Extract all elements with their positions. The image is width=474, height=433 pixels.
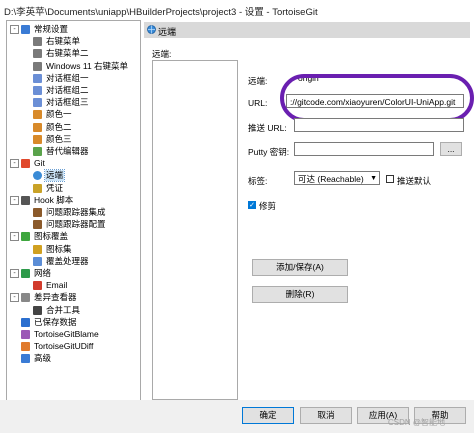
menu-icon (33, 61, 42, 71)
tree-item-label: 对话框组一 (46, 72, 89, 83)
hook-icon (21, 195, 30, 205)
diff-icon (21, 293, 30, 303)
prune-label: 修剪 (259, 201, 277, 211)
tree-item-label: 颜色二 (46, 121, 72, 132)
tree-item-label: Hook 脚本 (34, 194, 74, 205)
blame-icon (21, 330, 30, 339)
tag-select-value: 可达 (Reachable) (298, 174, 364, 184)
tree-item-label: TortoiseGitUDiff (34, 341, 94, 352)
prune-checkbox[interactable]: ✓ (248, 201, 256, 209)
ok-button[interactable]: 确定 (242, 407, 294, 424)
editor-icon (33, 147, 42, 156)
tree-item-label: 远端 (43, 169, 66, 183)
tree-item-label: TortoiseGitBlame (34, 329, 99, 339)
tree-item-label: 凭证 (46, 182, 64, 193)
tree-item-label: 常规设置 (34, 24, 69, 34)
overlay-handler-icon (33, 256, 42, 266)
dialog-icon (33, 86, 42, 95)
window-title: D:\李英苹\Documents\uniapp\HBuilderProjects… (4, 7, 318, 18)
tree-item-label: Email (46, 280, 68, 291)
push-default-label: 推送默认 (397, 176, 432, 186)
putty-key-label: Putty 密钥: (248, 147, 290, 157)
delete-button[interactable]: 删除(R) (252, 286, 348, 303)
wrench-icon (21, 25, 30, 34)
menu-icon (33, 49, 42, 59)
save-icon (21, 317, 30, 327)
palette-icon (33, 134, 42, 144)
network-icon (21, 269, 30, 278)
url-highlight-annotation (280, 74, 474, 122)
tree-item-label: 问题跟踪器配置 (46, 219, 106, 230)
globe-icon (147, 25, 156, 34)
url-label: URL: (248, 98, 268, 108)
bug-icon (33, 220, 42, 230)
watermark: CSDN @智能地 (388, 418, 446, 427)
collapse-toggle-icon[interactable]: - (10, 232, 19, 242)
push-url-label: 推送 URL: (248, 123, 287, 133)
collapse-toggle-icon[interactable]: - (10, 269, 19, 278)
tree-item-label: 图标覆盖 (34, 231, 69, 242)
push-url-field[interactable] (294, 118, 464, 132)
collapse-toggle-icon[interactable]: - (10, 195, 19, 205)
email-icon (33, 281, 42, 291)
collapse-toggle-icon[interactable]: - (10, 293, 19, 303)
tree-item-label: 右键菜单 (46, 36, 81, 47)
palette-icon (33, 110, 42, 120)
title-bar: D:\李英苹\Documents\uniapp\HBuilderProjects… (0, 0, 474, 20)
iconset-icon (33, 244, 42, 254)
tag-select[interactable]: 可达 (Reachable) ▼ (294, 171, 380, 185)
tree-item-label: Git (34, 158, 45, 169)
overlay-icon (21, 232, 30, 242)
git-icon (21, 159, 30, 169)
tree-item-label: 图标集 (46, 243, 72, 254)
tree-item-label: 网络 (34, 268, 52, 278)
page-header: 远端 (144, 22, 470, 38)
tree-item-label: 已保存数据 (34, 316, 77, 327)
advanced-icon (21, 354, 30, 364)
tag-label: 标签: (248, 176, 268, 186)
tree-item-label: 合并工具 (46, 304, 81, 315)
settings-tree[interactable]: - 常规设置右键菜单 右键菜单二 Windows 11 右键菜单 对话框组一对话框组二对… (6, 20, 141, 402)
tree-item-label: 覆盖处理器 (46, 255, 89, 266)
collapse-toggle-icon[interactable]: - (10, 159, 19, 169)
push-default-checkbox[interactable] (386, 175, 394, 183)
dialog-icon (33, 98, 42, 108)
bug-icon (33, 208, 42, 217)
palette-icon (33, 122, 42, 132)
collapse-toggle-icon[interactable]: - (10, 25, 19, 34)
chevron-down-icon: ▼ (370, 175, 377, 182)
tree-item-label: 高级 (34, 353, 52, 364)
remote-list-label: 远端: (152, 49, 172, 59)
globe-icon (33, 171, 42, 181)
tree-item-label: Windows 11 右键菜单 (46, 60, 129, 71)
page-title: 远端 (158, 27, 177, 37)
key-icon (33, 183, 42, 193)
cancel-button[interactable]: 取消 (300, 407, 352, 424)
tree-item-label: 颜色三 (46, 133, 72, 144)
putty-key-field[interactable] (294, 142, 434, 156)
tree-item-label: 右键菜单二 (46, 48, 89, 59)
menu-icon (33, 37, 42, 47)
tree-item-label: 颜色一 (46, 109, 72, 120)
tree-item-label: 对话框组二 (46, 85, 89, 95)
tree-item-label: 问题跟踪器集成 (46, 207, 106, 217)
udiff-icon (21, 342, 30, 352)
remote-list[interactable] (152, 60, 238, 400)
tree-item-label: 对话框组三 (46, 97, 89, 108)
add-save-button[interactable]: 添加/保存(A) (252, 259, 348, 276)
browse-putty-key-button[interactable]: ... (440, 142, 462, 156)
merge-icon (33, 305, 42, 315)
tree-item-label: 替代编辑器 (46, 146, 89, 156)
tree-item-label: 差异查看器 (34, 292, 77, 303)
dialog-icon (33, 73, 42, 83)
remote-label: 远端: (248, 76, 268, 86)
